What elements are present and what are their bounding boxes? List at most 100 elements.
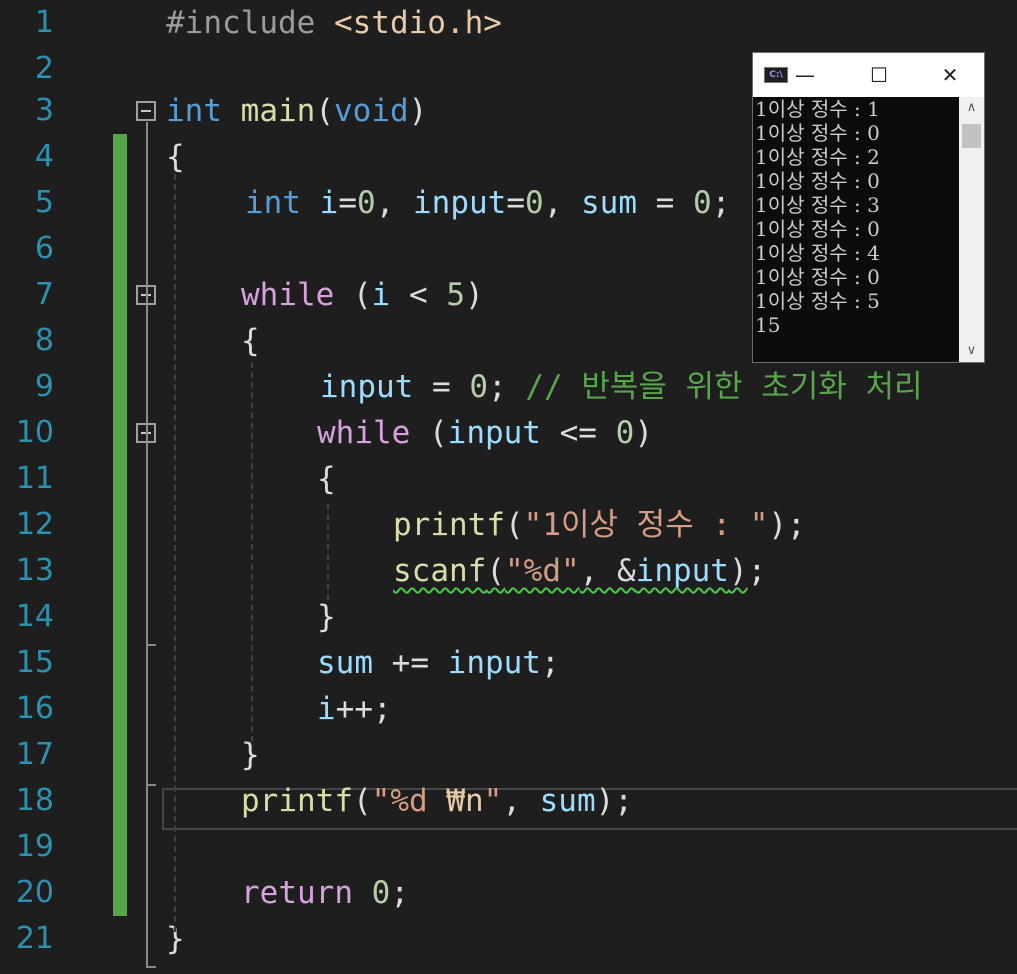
- code-text: int main(void): [166, 88, 427, 134]
- code-token: ): [728, 553, 748, 589]
- code-line[interactable]: 11 {: [0, 456, 1017, 502]
- code-token: ): [465, 277, 484, 313]
- code-token: i: [319, 185, 339, 221]
- code-line[interactable]: 14}: [0, 594, 1017, 640]
- indent-guide: [251, 362, 253, 742]
- indent-guide: [174, 174, 176, 932]
- code-token: 5: [446, 277, 465, 313]
- code-token: ;: [488, 369, 526, 405]
- console-line: 1이상 정수 : 0: [755, 121, 880, 145]
- scroll-thumb[interactable]: [962, 124, 981, 148]
- scroll-up-icon[interactable]: ∧: [959, 97, 984, 119]
- line-number: 13: [15, 553, 54, 588]
- line-number: 16: [15, 691, 54, 726]
- code-token: int: [166, 93, 222, 129]
- outline-end-marker: [146, 966, 156, 968]
- outline-end-marker: [146, 784, 156, 786]
- console-scrollbar[interactable]: ∧ ∨: [959, 97, 984, 362]
- code-token: 0: [615, 415, 635, 451]
- code-token: (: [352, 783, 372, 819]
- code-text: #include <stdio.h>: [166, 0, 502, 46]
- code-token: {: [241, 323, 260, 359]
- code-text: return 0;: [241, 870, 409, 916]
- code-token: 0: [371, 875, 391, 911]
- console-line: 1이상 정수 : 0: [755, 217, 880, 241]
- line-number: 5: [34, 185, 54, 220]
- code-line[interactable]: 15 sum += input;: [0, 640, 1017, 686]
- console-line: 1이상 정수 : 2: [755, 145, 880, 169]
- change-indicator: [113, 686, 127, 732]
- code-text: }: [317, 594, 336, 640]
- code-token: sum: [317, 645, 373, 681]
- code-line[interactable]: 13 scanf("%d", &input);: [0, 548, 1017, 594]
- scroll-down-icon[interactable]: ∨: [959, 340, 984, 362]
- code-token: ;: [711, 185, 731, 221]
- code-text: sum += input;: [317, 640, 560, 686]
- change-indicator: [113, 502, 127, 548]
- code-token: i: [371, 277, 391, 313]
- code-line[interactable]: 20 return 0;: [0, 870, 1017, 916]
- code-text: while (input <= 0): [317, 410, 653, 456]
- minimize-icon[interactable]: —: [779, 53, 831, 97]
- code-token: ;: [390, 875, 409, 911]
- code-line[interactable]: 1 #include <stdio.h>: [0, 0, 1017, 46]
- code-token: sum: [581, 185, 638, 221]
- code-token: 0: [469, 369, 488, 405]
- outline-end-marker: [146, 644, 156, 646]
- code-line[interactable]: 9 input = 0; // 반복을 위한 초기화 처리: [0, 364, 1017, 410]
- code-token: i: [317, 691, 336, 727]
- maximize-icon[interactable]: ☐: [853, 53, 905, 97]
- code-token: return: [241, 875, 353, 911]
- console-line: 1이상 정수 : 4: [755, 241, 880, 265]
- code-line[interactable]: 19: [0, 824, 1017, 870]
- code-token: sum: [539, 783, 596, 819]
- code-token: // 반복을 위한 초기화 처리: [525, 369, 923, 405]
- close-icon[interactable]: ✕: [924, 53, 976, 97]
- change-indicator: [113, 456, 127, 502]
- line-number: 21: [15, 921, 54, 956]
- code-token: #include: [166, 5, 334, 41]
- code-text: while (i < 5): [241, 272, 484, 318]
- code-token: ;: [540, 645, 560, 681]
- code-token: printf: [241, 783, 353, 819]
- line-number: 20: [15, 875, 54, 910]
- code-token: =: [506, 185, 526, 221]
- code-token: =: [413, 369, 470, 405]
- console-line: 1이상 정수 : 3: [755, 193, 880, 217]
- code-token: scanf: [393, 553, 487, 589]
- code-token: 0: [693, 185, 712, 221]
- code-token: "1이상 정수 : ": [523, 507, 769, 543]
- console-output: 1이상 정수 : 1 1이상 정수 : 0 1이상 정수 : 2 1이상 정수 : 0…: [753, 97, 958, 362]
- code-line[interactable]: 16 i++;: [0, 686, 1017, 732]
- code-token: ;: [747, 553, 767, 589]
- code-text: {: [317, 456, 336, 502]
- code-line[interactable]: 17}: [0, 732, 1017, 778]
- code-token: int: [245, 185, 301, 221]
- code-token: printf: [393, 507, 505, 543]
- change-indicator: [113, 732, 127, 778]
- console-titlebar[interactable]: C:\ — ☐ ✕: [753, 53, 984, 97]
- code-line[interactable]: 10 while (input <= 0): [0, 410, 1017, 456]
- line-number: 4: [34, 139, 54, 174]
- code-token: (: [504, 507, 524, 543]
- console-line: 1이상 정수 : 5: [755, 289, 880, 313]
- code-token: {: [317, 461, 336, 497]
- line-number: 8: [34, 323, 54, 358]
- code-text: i++;: [317, 686, 392, 732]
- code-token: 0: [525, 185, 544, 221]
- change-indicator: [113, 226, 127, 272]
- line-number: 1: [34, 5, 54, 40]
- line-number: 18: [15, 783, 54, 818]
- code-line[interactable]: 12 printf("1이상 정수 : ");: [0, 502, 1017, 548]
- console-window[interactable]: C:\ — ☐ ✕ 1이상 정수 : 1 1이상 정수 : 0 1이상 정수 : 2…: [752, 52, 985, 363]
- code-text: printf("1이상 정수 : ");: [393, 502, 806, 548]
- code-token: "%d": [505, 553, 580, 589]
- code-token: input: [447, 415, 541, 451]
- change-indicator: [113, 180, 127, 226]
- code-token: (: [315, 93, 334, 129]
- line-number: 10: [15, 415, 54, 450]
- code-token: input: [413, 185, 507, 221]
- fold-collapse-icon[interactable]: [136, 101, 156, 121]
- code-line[interactable]: 21}: [0, 916, 1017, 962]
